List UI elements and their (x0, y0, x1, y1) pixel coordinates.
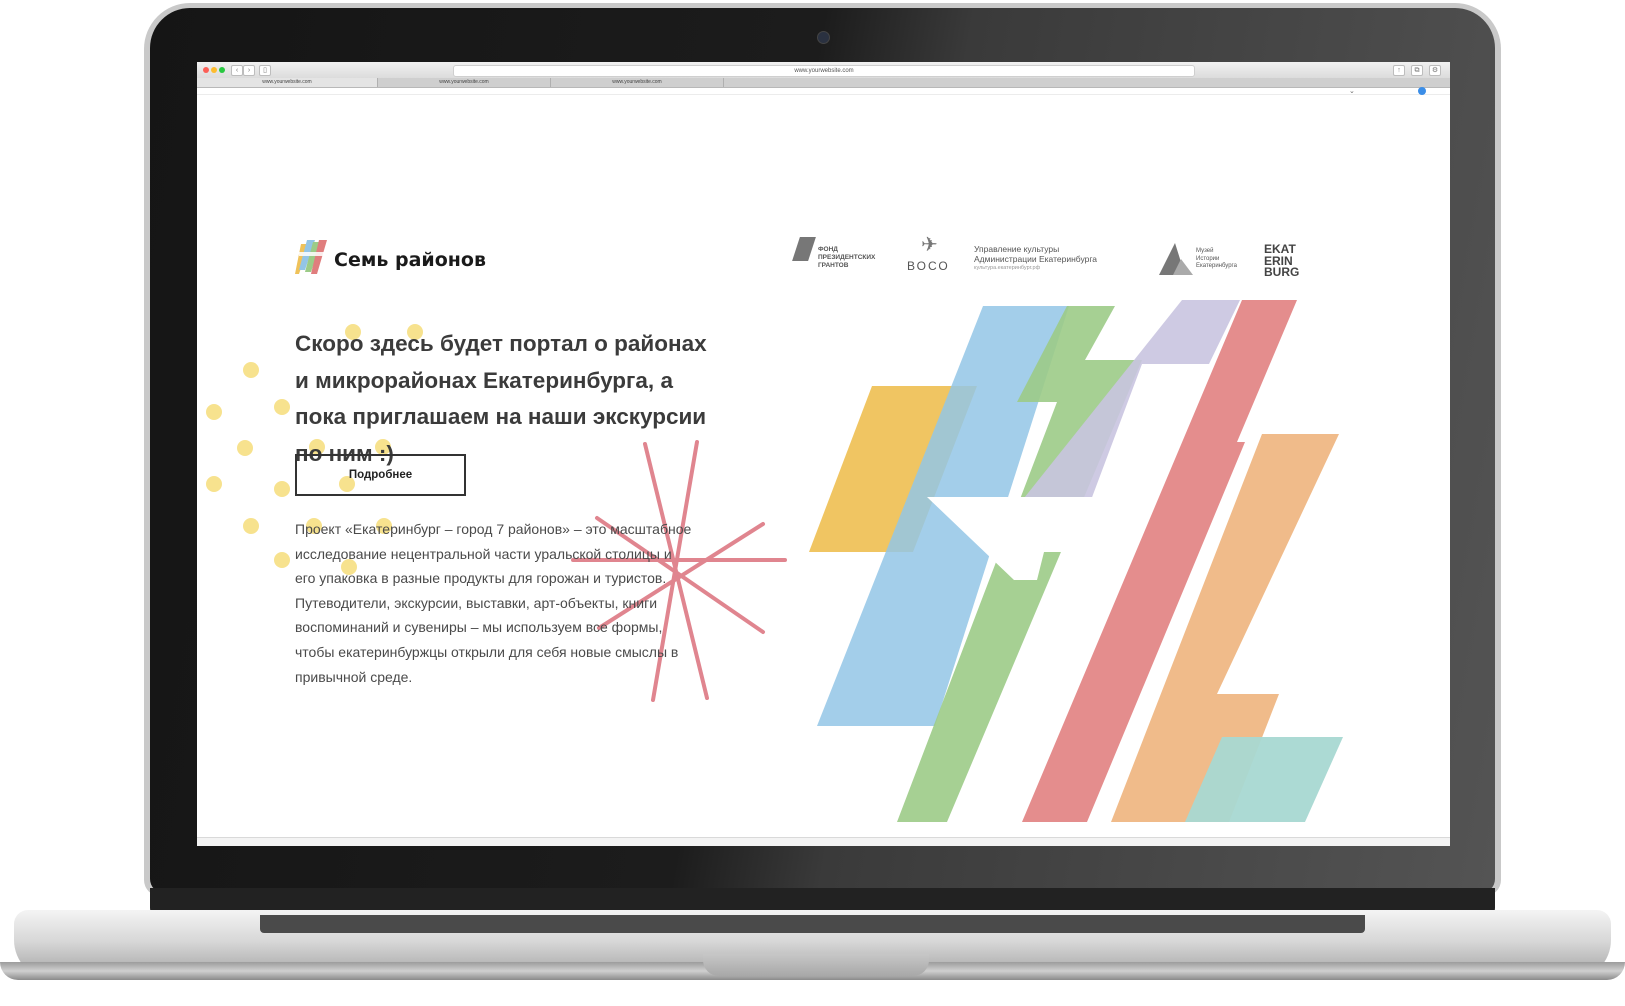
partner-culture-logo[interactable]: Управление культуры Администрации Екатер… (974, 244, 1114, 279)
culture-line-3: культура.екатеринбург.рф (974, 265, 1041, 271)
ekat-line-3: BURG (1264, 265, 1300, 279)
site-logo[interactable]: Семь районов (334, 249, 486, 271)
museum-line-3: Екатеринбурга (1196, 263, 1237, 269)
partner-voco-logo[interactable]: ✈ ВОСО (905, 232, 953, 277)
hero-headline: Скоро здесь будет портал о районах и мик… (295, 331, 707, 466)
more-button[interactable]: Подробнее (295, 454, 466, 496)
fund-icon (792, 237, 816, 261)
partner-museum-logo[interactable]: Музей Истории Екатеринбурга (1159, 239, 1239, 279)
project-description: Проект «Екатеринбург – город 7 районов» … (295, 521, 692, 685)
bird-icon: ✈ (921, 234, 938, 256)
culture-line-2: Администрации Екатеринбурга (974, 253, 1098, 264)
museum-icon (1159, 243, 1193, 275)
page-bottom-edge (197, 837, 1450, 846)
browser-window: ‹ › ▯ www.yourwebsite.com ↑ ⧉ ⚙ www.your… (197, 62, 1450, 846)
fund-line-3: ГРАНТОВ (818, 262, 849, 269)
logo-icon (295, 240, 327, 274)
partner-ekat-logo[interactable]: EKAT ERIN BURG (1264, 243, 1314, 282)
keyboard-edge (260, 915, 1365, 933)
voco-text: ВОСО (907, 259, 950, 273)
museum-line-2: Истории (1196, 255, 1220, 262)
laptop-notch (703, 954, 929, 976)
camera-icon (817, 31, 830, 44)
museum-line-1: Музей (1196, 248, 1214, 254)
seven-graphic (809, 300, 1343, 822)
partner-fund-logo[interactable]: ФОНД ПРЕЗИДЕНТСКИХ ГРАНТОВ (792, 237, 884, 277)
fund-line-2: ПРЕЗИДЕНТСКИХ (818, 254, 876, 261)
fund-line-1: ФОНД (818, 246, 838, 253)
